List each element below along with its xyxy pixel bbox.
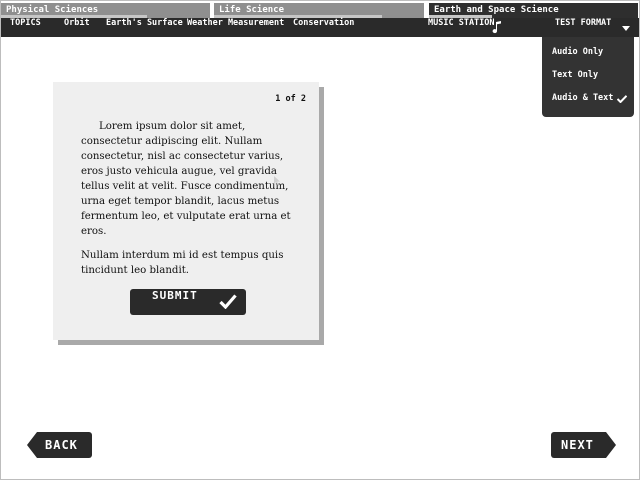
passage-paragraph: Nullam interdum mi id est tempus quis ti…	[81, 250, 284, 276]
menu-item-audio-only[interactable]: Audio Only	[552, 47, 603, 57]
passage-text: Lorem ipsum dolor sit amet, consectetur …	[81, 119, 303, 278]
music-station-button[interactable]: MUSIC STATION	[428, 18, 495, 28]
cursor-icon	[274, 176, 280, 186]
menu-item-audio-and-text[interactable]: Audio & Text	[552, 93, 613, 103]
submit-button[interactable]: SUBMIT	[130, 289, 246, 315]
tab-earth-and-space-science[interactable]: Earth and Space Science	[429, 3, 638, 18]
topic-conservation[interactable]: Conservation	[293, 18, 354, 28]
page-indicator: 1 of 2	[275, 94, 306, 104]
topic-weather-measurement[interactable]: Weather Measurement	[187, 18, 284, 28]
tab-label: Life Science	[219, 5, 285, 15]
tab-label: Earth and Space Science	[434, 5, 559, 15]
topic-orbit[interactable]: Orbit	[64, 18, 90, 28]
dropdown-arrow-icon[interactable]	[622, 26, 630, 31]
tab-life-science[interactable]: Life Science	[214, 3, 424, 18]
tab-label: Physical Sciences	[6, 5, 99, 15]
passage-paragraph: Lorem ipsum dolor sit amet, consectetur …	[81, 121, 291, 237]
topic-bar: TOPICS Orbit Earth's Surface Weather Mea…	[1, 18, 639, 37]
menu-item-text-only[interactable]: Text Only	[552, 70, 598, 80]
check-icon	[617, 95, 627, 103]
topics-label: TOPICS	[10, 18, 41, 28]
music-note-icon[interactable]	[492, 21, 502, 34]
check-icon	[219, 294, 237, 309]
topic-earths-surface[interactable]: Earth's Surface	[106, 18, 183, 28]
tab-physical-sciences[interactable]: Physical Sciences	[1, 3, 210, 18]
test-format-button[interactable]: TEST FORMAT	[555, 18, 611, 28]
submit-label: SUBMIT	[152, 289, 198, 302]
back-button[interactable]: BACK	[27, 432, 92, 458]
back-label: BACK	[45, 438, 78, 452]
next-label: NEXT	[561, 438, 594, 452]
test-format-menu: Audio Only Text Only Audio & Text	[542, 37, 634, 117]
next-button[interactable]: NEXT	[551, 432, 616, 458]
